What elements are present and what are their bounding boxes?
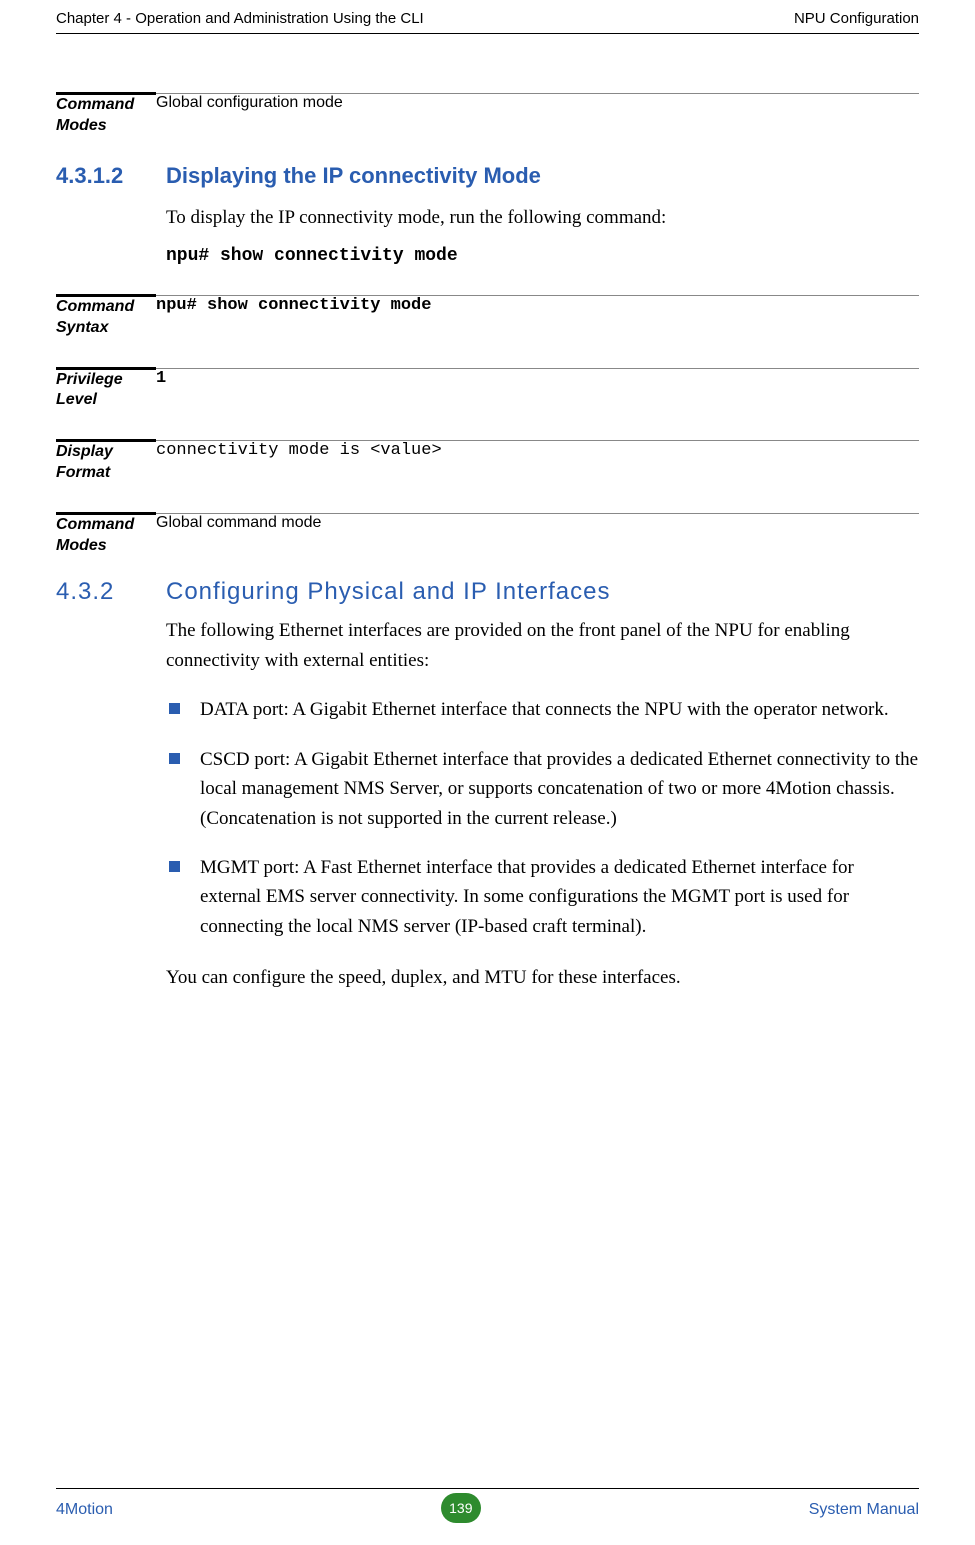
label-command-modes-2: Command Modes bbox=[56, 515, 156, 557]
section-4-3-2-tail: You can configure the speed, duplex, and… bbox=[166, 963, 919, 992]
section-4-3-2-para: The following Ethernet interfaces are pr… bbox=[166, 616, 919, 675]
section-4-3-1-2-number: 4.3.1.2 bbox=[56, 163, 123, 188]
block-command-modes-1: Command Modes Global configuration mode bbox=[56, 92, 919, 137]
list-item: DATA port: A Gigabit Ethernet interface … bbox=[166, 695, 919, 724]
section-4-3-2-number: 4.3.2 bbox=[56, 578, 114, 605]
label-command-modes-1: Command Modes bbox=[56, 95, 156, 137]
section-4-3-1-2-command: npu# show connectivity mode bbox=[166, 246, 919, 266]
value-command-syntax: npu# show connectivity mode bbox=[156, 296, 431, 315]
value-command-modes-2: Global command mode bbox=[156, 514, 321, 531]
page-footer: 4Motion 139 System Manual bbox=[56, 1488, 919, 1525]
label-command-syntax: Command Syntax bbox=[56, 297, 156, 339]
block-command-modes-2: Command Modes Global command mode bbox=[56, 512, 919, 557]
block-command-syntax: Command Syntax npu# show connectivity mo… bbox=[56, 294, 919, 339]
block-privilege-level: Privilege Level 1 bbox=[56, 367, 919, 412]
section-4-3-1-2-para: To display the IP connectivity mode, run… bbox=[166, 203, 919, 232]
value-display-format: connectivity mode is <value> bbox=[156, 441, 442, 460]
block-display-format: Display Format connectivity mode is <val… bbox=[56, 439, 919, 484]
header-left: Chapter 4 - Operation and Administration… bbox=[56, 10, 424, 27]
header-right: NPU Configuration bbox=[794, 10, 919, 27]
section-4-3-2-heading: 4.3.2 Configuring Physical and IP Interf… bbox=[56, 578, 919, 606]
page-header: Chapter 4 - Operation and Administration… bbox=[56, 0, 919, 34]
footer-left: 4Motion bbox=[56, 1501, 113, 1519]
list-item: MGMT port: A Fast Ethernet interface tha… bbox=[166, 853, 919, 941]
section-4-3-2-bullets: DATA port: A Gigabit Ethernet interface … bbox=[166, 695, 919, 941]
value-command-modes-1: Global configuration mode bbox=[156, 94, 343, 111]
label-privilege-level: Privilege Level bbox=[56, 370, 156, 412]
page-number-badge: 139 bbox=[441, 1493, 481, 1523]
label-display-format: Display Format bbox=[56, 442, 156, 484]
footer-right: System Manual bbox=[809, 1501, 919, 1519]
section-4-3-2-title: Configuring Physical and IP Interfaces bbox=[166, 578, 610, 605]
section-4-3-1-2-title: Displaying the IP connectivity Mode bbox=[166, 163, 541, 188]
section-4-3-1-2-heading: 4.3.1.2 Displaying the IP connectivity M… bbox=[56, 163, 919, 189]
list-item: CSCD port: A Gigabit Ethernet interface … bbox=[166, 745, 919, 833]
value-privilege-level: 1 bbox=[156, 369, 166, 388]
